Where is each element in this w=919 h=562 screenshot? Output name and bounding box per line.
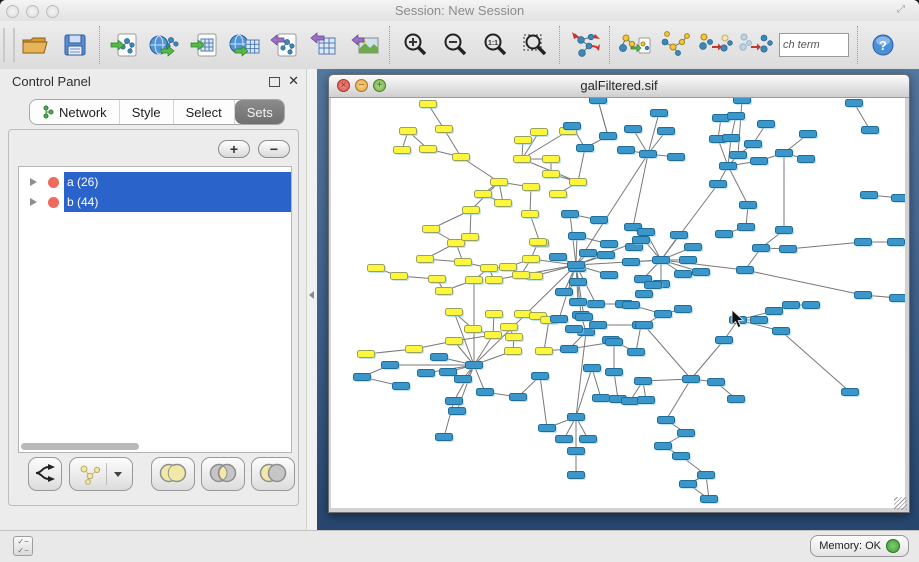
fullscreen-icon[interactable]: ⤢	[897, 4, 911, 16]
disclosure-triangle-icon[interactable]	[30, 198, 37, 206]
network-frame-titlebar[interactable]: × − + galFiltered.sif	[329, 75, 909, 98]
toolbar-separator	[99, 26, 101, 64]
set-color-dot	[48, 177, 59, 188]
save-floppy-icon	[63, 33, 87, 57]
venn-intersection-icon	[206, 462, 240, 484]
toolbar-separator	[559, 26, 561, 64]
select-first-neighbors-button[interactable]	[655, 25, 695, 65]
venn-difference-icon	[256, 462, 290, 484]
cytoscape-window: Session: New Session ⤢	[0, 0, 919, 562]
tab-style-label: Style	[132, 105, 161, 120]
create-set-from-network-button[interactable]	[69, 457, 133, 491]
window-titlebar: Session: New Session ⤢	[0, 0, 919, 22]
save-session-button[interactable]	[55, 25, 95, 65]
export-network-button[interactable]	[265, 25, 305, 65]
toolbar-grip[interactable]	[3, 28, 15, 62]
svg-text:?: ?	[879, 38, 887, 53]
add-set-button[interactable]: +	[218, 140, 250, 158]
memory-status-button[interactable]: Memory: OK	[810, 535, 909, 557]
toolbar-separator	[609, 26, 611, 64]
tab-select-label: Select	[186, 105, 222, 120]
scrollbar-thumb[interactable]	[21, 443, 139, 450]
network-graph[interactable]	[331, 98, 905, 508]
tab-network[interactable]: Network	[30, 100, 120, 124]
import-network-database-button[interactable]	[145, 25, 185, 65]
set-row-b[interactable]: b (44)	[19, 192, 291, 212]
split-sets-button[interactable]	[28, 457, 62, 491]
split-arrows-icon	[34, 463, 56, 483]
remove-set-button[interactable]: −	[258, 140, 290, 158]
sets-list: a (26) b (44)	[18, 166, 292, 453]
close-panel-icon[interactable]: ✕	[288, 73, 299, 89]
sets-panel: + − a (26) b (44)	[8, 129, 299, 506]
zoom-in-button[interactable]	[395, 25, 435, 65]
svg-text:1:1: 1:1	[488, 40, 498, 47]
status-bar: ✓−✓− Memory: OK	[0, 530, 919, 562]
network-frame[interactable]: × − + galFiltered.sif	[328, 74, 910, 513]
show-all-button[interactable]	[735, 25, 775, 65]
help-button[interactable]: ?	[863, 25, 903, 65]
import-table-database-button[interactable]	[225, 25, 265, 65]
set-color-dot	[48, 197, 59, 208]
task-history-button[interactable]: ✓−✓−	[13, 536, 33, 556]
new-network-from-selection-button[interactable]	[615, 25, 655, 65]
control-panel-tabs: Network Style Select Sets	[29, 99, 285, 125]
intersect-sets-button[interactable]	[201, 457, 245, 491]
zoom-actual-size-button[interactable]: 1:1	[475, 25, 515, 65]
set-label: a (26)	[67, 175, 98, 189]
tab-sets-label: Sets	[247, 105, 273, 120]
tab-network-label: Network	[59, 105, 107, 120]
window-title: Session: New Session	[0, 3, 919, 18]
import-table-file-button[interactable]	[185, 25, 225, 65]
zoom-fit-selected-button[interactable]	[515, 25, 555, 65]
faded-network-icon	[76, 463, 102, 485]
dropdown-caret-icon[interactable]	[114, 472, 122, 477]
toolbar-separator	[389, 26, 391, 64]
zoom-out-button[interactable]	[435, 25, 475, 65]
export-image-button[interactable]	[345, 25, 385, 65]
export-table-button[interactable]	[305, 25, 345, 65]
network-tab-icon	[42, 105, 54, 119]
tab-style[interactable]: Style	[120, 100, 174, 124]
network-frame-title: galFiltered.sif	[329, 78, 909, 93]
difference-sets-button[interactable]	[251, 457, 295, 491]
network-canvas[interactable]	[331, 98, 905, 508]
set-label: b (44)	[67, 195, 98, 209]
control-panel-title: Control Panel	[12, 74, 91, 89]
set-row-a[interactable]: a (26)	[19, 172, 291, 192]
network-desktop: × − + galFiltered.sif	[317, 69, 919, 530]
control-panel: Control Panel ✕ Network Style Select Set…	[0, 69, 306, 530]
memory-ok-icon	[886, 539, 900, 553]
union-sets-button[interactable]	[151, 457, 195, 491]
horizontal-scrollbar[interactable]	[21, 443, 289, 450]
main-toolbar: 1:1	[0, 21, 919, 70]
search-input[interactable]	[779, 33, 849, 57]
venn-union-icon	[156, 462, 190, 484]
frame-resize-grip[interactable]	[894, 497, 907, 510]
tab-select[interactable]: Select	[174, 100, 235, 124]
split-button-divider	[106, 463, 107, 485]
hide-selected-button[interactable]	[695, 25, 735, 65]
help-icon: ?	[871, 33, 895, 57]
import-network-file-button[interactable]	[105, 25, 145, 65]
apply-preferred-layout-button[interactable]	[565, 25, 605, 65]
tab-sets[interactable]: Sets	[235, 100, 285, 124]
control-panel-header: Control Panel ✕	[0, 69, 306, 95]
sets-toolbar	[9, 457, 298, 497]
toolbar-separator	[857, 26, 859, 64]
memory-status-label: Memory: OK	[819, 540, 881, 552]
open-folder-icon	[21, 34, 49, 56]
float-panel-icon[interactable]	[269, 77, 280, 87]
open-session-button[interactable]	[15, 25, 55, 65]
disclosure-triangle-icon[interactable]	[30, 178, 37, 186]
collapse-panel-icon[interactable]	[309, 291, 314, 299]
